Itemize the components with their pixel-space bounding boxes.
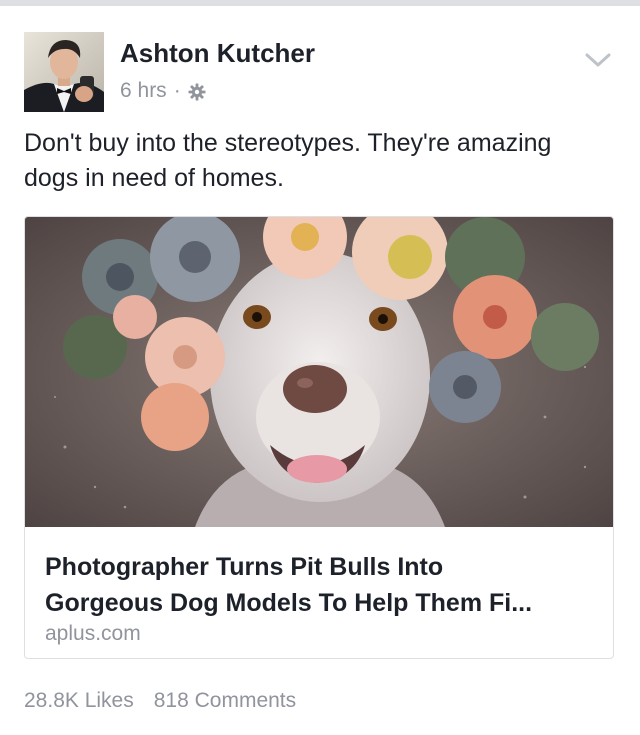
link-title[interactable]: Photographer Turns Pit Bulls Into Gorgeo… [45,549,600,621]
comments-count[interactable]: 818 Comments [154,688,296,714]
post-message: Don't buy into the stereotypes. They're … [24,129,552,192]
author-avatar[interactable] [24,32,104,112]
link-title-line-2: Gorgeous Dog Models To Help Them Fi... [45,589,533,617]
link-domain: aplus.com [45,622,141,645]
link-preview-card[interactable]: Photographer Turns Pit Bulls Into Gorgeo… [24,216,614,659]
reaction-stats: 28.8K Likes 818 Comments [24,688,296,714]
likes-count[interactable]: 28.8K Likes [24,688,134,714]
post-timestamp[interactable]: 6 hrs [120,78,167,104]
link-preview-image[interactable] [25,217,613,527]
gear-icon[interactable] [188,82,206,101]
author-name[interactable]: Ashton Kutcher [120,38,315,68]
post-meta: 6 hrs · [120,78,206,104]
chevron-down-icon[interactable] [584,50,612,70]
feed-post: Ashton Kutcher 6 hrs · Don't buy into th… [0,6,640,735]
link-title-line-1: Photographer Turns Pit Bulls Into [45,553,444,581]
meta-separator: · [173,79,181,102]
